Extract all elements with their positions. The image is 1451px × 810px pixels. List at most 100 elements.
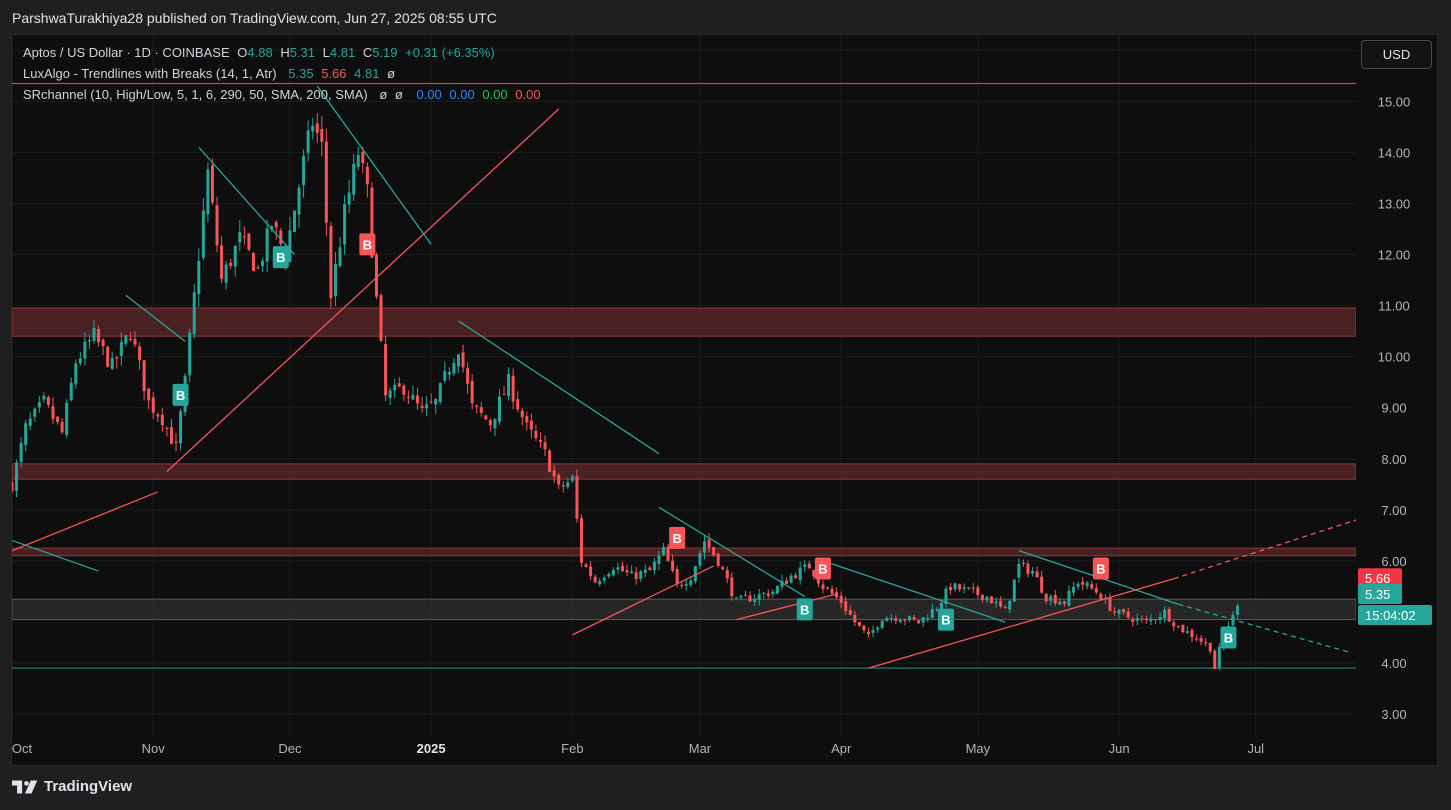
- candle-body: [1199, 638, 1203, 642]
- candle-body: [857, 621, 861, 626]
- y-tick-label: 13.00: [1378, 196, 1411, 211]
- candle-body: [1008, 600, 1012, 610]
- candle-body: [830, 588, 834, 594]
- candle-body: [406, 396, 410, 398]
- indicator-value: 0.00: [515, 87, 541, 102]
- candle-body: [1067, 590, 1071, 606]
- candle-body: [935, 609, 939, 611]
- candle-body: [1217, 646, 1221, 668]
- candle-body: [744, 595, 748, 597]
- candle-body: [529, 420, 533, 430]
- candle-body: [994, 601, 998, 604]
- candle-body: [753, 598, 757, 602]
- candle-body: [206, 169, 210, 215]
- candle-body: [1053, 594, 1057, 604]
- candle-body: [525, 416, 529, 423]
- candle-body: [771, 591, 775, 595]
- candle-body: [903, 619, 907, 621]
- candle-body: [639, 571, 643, 579]
- candle-body: [147, 388, 151, 401]
- break-marker: B: [1092, 557, 1109, 580]
- y-tick-label: 10.00: [1378, 350, 1411, 365]
- candle-body: [333, 263, 337, 297]
- candle-body: [625, 570, 629, 573]
- currency-button[interactable]: USD: [1361, 40, 1432, 69]
- candle-body: [812, 570, 816, 577]
- candle-body: [620, 565, 624, 572]
- candle-body: [324, 141, 328, 223]
- candle-body: [1204, 642, 1208, 644]
- candle-body: [347, 192, 351, 205]
- candle-body: [862, 625, 866, 631]
- break-marker: B: [359, 233, 376, 256]
- candle-body: [46, 396, 50, 405]
- candle-body: [885, 618, 889, 622]
- indicator-value: 0.00: [416, 87, 442, 102]
- candle-body: [502, 393, 506, 395]
- candle-body: [1003, 607, 1007, 609]
- candle-body: [411, 394, 415, 400]
- candle-body: [607, 573, 611, 577]
- candle-body: [74, 363, 78, 385]
- candle-body: [124, 335, 128, 344]
- indicator-legend-trendlines[interactable]: LuxAlgo - Trendlines with Breaks (14, 1,…: [23, 66, 399, 82]
- candle-body: [730, 577, 734, 597]
- price-chart[interactable]: BBBBBBBBB3.004.005.006.007.008.009.0010.…: [0, 0, 1451, 810]
- candle-body: [671, 560, 675, 571]
- candle-body: [12, 482, 14, 491]
- candle-body: [748, 595, 752, 602]
- candle-body: [971, 587, 975, 589]
- candle-body: [1012, 579, 1016, 602]
- tradingview-logo-icon: [12, 780, 38, 793]
- candle-body: [548, 450, 552, 472]
- indicator-name: LuxAlgo - Trendlines with Breaks (14, 1,…: [23, 66, 277, 81]
- symbol-legend[interactable]: Aptos / US Dollar · 1D · COINBASE O4.88 …: [23, 45, 499, 61]
- candle-body: [238, 232, 242, 243]
- candle-body: [461, 352, 465, 368]
- candle-body: [552, 470, 556, 477]
- candle-body: [379, 295, 383, 341]
- candle-body: [343, 204, 347, 245]
- candle-body: [953, 583, 957, 590]
- candle-body: [51, 406, 55, 420]
- tradingview-footer[interactable]: TradingView: [12, 778, 132, 795]
- candle-body: [980, 594, 984, 600]
- candle-body: [661, 546, 665, 555]
- low-label: L: [322, 45, 330, 60]
- candle-body: [1044, 593, 1048, 602]
- indicator-value: 0.00: [449, 87, 475, 102]
- candle-body: [420, 405, 424, 408]
- indicator-legend-srchannel[interactable]: SRchannel (10, High/Low, 5, 1, 6, 290, 5…: [23, 87, 545, 103]
- candle-body: [575, 476, 579, 519]
- candle-body: [97, 329, 101, 343]
- candle-body: [757, 594, 761, 600]
- candle-body: [297, 187, 301, 215]
- candle-body: [867, 631, 871, 635]
- candle-body: [917, 620, 921, 624]
- candle-body: [593, 576, 597, 583]
- candle-body: [156, 414, 160, 417]
- break-marker: B: [272, 246, 289, 269]
- candle-body: [794, 575, 798, 579]
- candle-body: [898, 620, 902, 623]
- candle-body: [876, 627, 880, 630]
- open-value: 4.88: [247, 45, 273, 60]
- candle-body: [288, 230, 292, 262]
- candle-body: [930, 609, 934, 618]
- candle-body: [160, 414, 164, 425]
- candle-body: [274, 222, 278, 228]
- candle-body: [429, 401, 433, 403]
- candle-body: [128, 338, 132, 340]
- sr-zone: [12, 598, 1356, 621]
- candle-body: [1062, 601, 1066, 604]
- x-tick-label: Jul: [1247, 741, 1264, 756]
- candle-body: [1185, 631, 1189, 633]
- candle-body: [1236, 605, 1240, 615]
- sr-zone: [12, 547, 1356, 557]
- candle-body: [306, 130, 310, 153]
- candle-body: [320, 128, 324, 142]
- candle-body: [853, 614, 857, 623]
- candle-body: [734, 597, 738, 599]
- price-label: 5.35: [1358, 584, 1402, 605]
- candle-body: [616, 567, 620, 570]
